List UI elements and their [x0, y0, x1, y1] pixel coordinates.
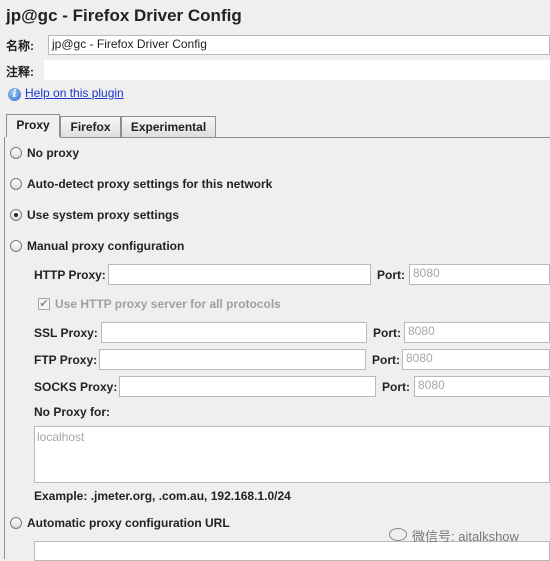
manual-proxy-radio[interactable] — [10, 240, 22, 252]
no-proxy-radio[interactable] — [10, 147, 22, 159]
ftp-proxy-label: FTP Proxy: — [34, 353, 98, 367]
use-http-all-label: Use HTTP proxy server for all protocols — [55, 297, 281, 311]
auto-detect-label: Auto-detect proxy settings for this netw… — [27, 177, 273, 191]
comment-field[interactable] — [44, 60, 550, 80]
ssl-port-label: Port: — [373, 326, 401, 340]
socks-proxy-input[interactable] — [119, 376, 376, 397]
help-link[interactable]: Help on this plugin — [25, 86, 124, 100]
no-proxy-for-textarea[interactable]: localhost — [34, 426, 550, 483]
ftp-proxy-input[interactable] — [99, 349, 366, 370]
tab-experimental[interactable]: Experimental — [121, 116, 216, 137]
wechat-icon — [389, 528, 407, 541]
comment-label: 注释: — [6, 65, 34, 79]
manual-proxy-label: Manual proxy configuration — [27, 239, 185, 253]
watermark-text: 微信号: aitalkshow — [412, 529, 519, 544]
http-port-input[interactable]: 8080 — [409, 264, 550, 285]
http-proxy-input[interactable] — [108, 264, 371, 285]
ssl-proxy-label: SSL Proxy: — [34, 326, 98, 340]
no-proxy-for-label: No Proxy for: — [34, 405, 111, 419]
ssl-proxy-input[interactable] — [101, 322, 367, 343]
ssl-port-input[interactable]: 8080 — [404, 322, 550, 343]
auto-proxy-url-radio[interactable] — [10, 517, 22, 529]
tab-panel-border — [60, 137, 550, 138]
no-proxy-example: Example: .jmeter.org, .com.au, 192.168.1… — [34, 489, 291, 503]
http-port-label: Port: — [377, 268, 405, 282]
ftp-port-input[interactable]: 8080 — [402, 349, 550, 370]
socks-port-input[interactable]: 8080 — [414, 376, 550, 397]
name-field[interactable]: jp@gc - Firefox Driver Config — [48, 35, 550, 55]
tab-panel-left-border — [4, 137, 5, 559]
help-icon: i — [8, 88, 21, 101]
http-proxy-label: HTTP Proxy: — [34, 268, 106, 282]
name-label: 名称: — [6, 39, 34, 53]
socks-proxy-label: SOCKS Proxy: — [34, 380, 118, 394]
no-proxy-label: No proxy — [27, 146, 80, 160]
system-proxy-radio[interactable] — [10, 209, 22, 221]
ftp-port-label: Port: — [372, 353, 400, 367]
auto-detect-radio[interactable] — [10, 178, 22, 190]
socks-port-label: Port: — [382, 380, 410, 394]
auto-proxy-url-label: Automatic proxy configuration URL — [27, 516, 230, 530]
tab-firefox[interactable]: Firefox — [60, 116, 121, 137]
system-proxy-label: Use system proxy settings — [27, 208, 180, 222]
use-http-all-checkbox[interactable]: ✔ — [38, 298, 50, 310]
page-title: jp@gc - Firefox Driver Config — [6, 6, 242, 25]
tab-proxy[interactable]: Proxy — [6, 114, 60, 137]
